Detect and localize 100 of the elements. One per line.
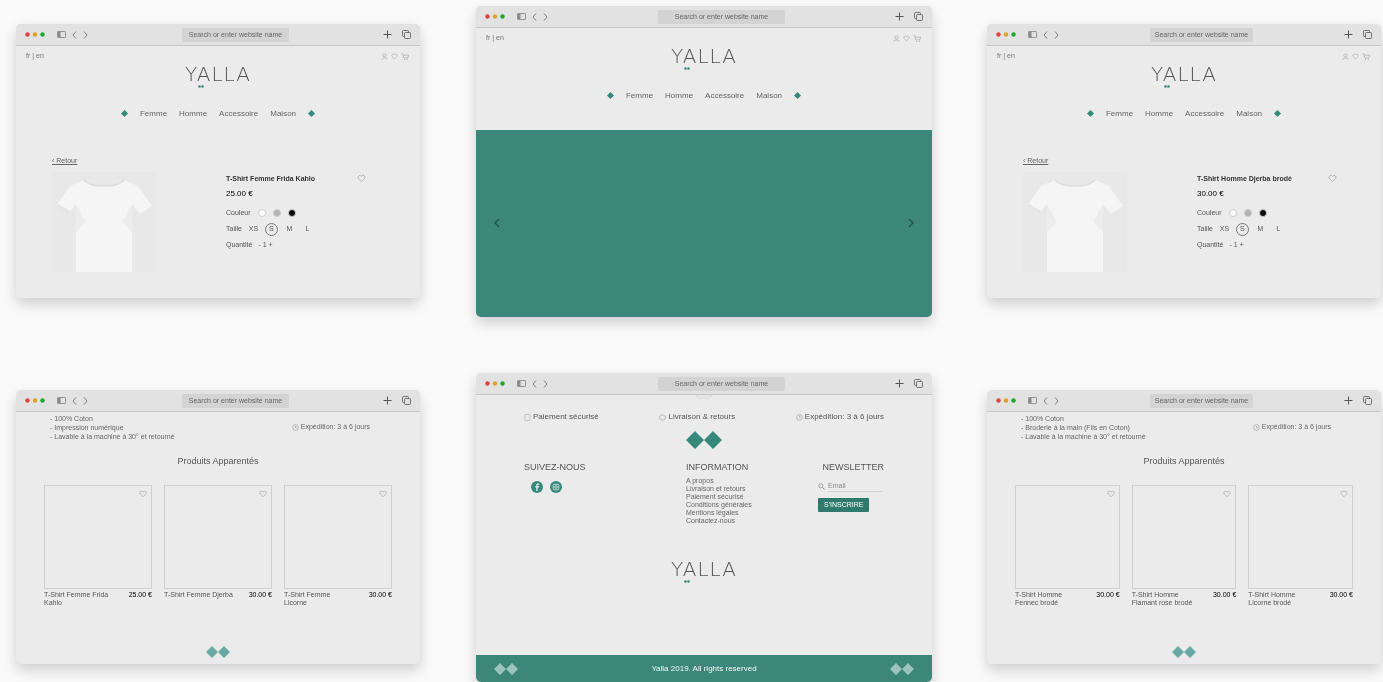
window-controls-icon[interactable]: [25, 398, 45, 403]
cart-icon[interactable]: [1362, 52, 1371, 60]
heart-icon: [1340, 489, 1348, 498]
heart-icon: [139, 489, 147, 498]
forward-icon[interactable]: [1054, 396, 1059, 405]
column-heading: SUIVEZ-NOUS: [524, 461, 586, 474]
color-swatch[interactable]: [1258, 209, 1267, 218]
color-swatch[interactable]: [287, 209, 296, 218]
user-icon[interactable]: [381, 52, 388, 60]
back-icon[interactable]: [532, 12, 537, 21]
nav-link[interactable]: Femme: [1105, 107, 1134, 120]
feature-label: Livraison & retours: [668, 411, 736, 423]
search-icon: [818, 482, 825, 490]
section-heading: Produits Apparentés: [1143, 455, 1225, 468]
column-heading: INFORMATION: [686, 461, 749, 474]
nav-link[interactable]: Maison: [1236, 107, 1263, 120]
plus-icon[interactable]: [383, 396, 392, 405]
color-swatch[interactable]: [257, 209, 266, 218]
back-icon[interactable]: [72, 396, 77, 405]
nav-link[interactable]: Maison: [756, 89, 783, 102]
sidebar-icon[interactable]: [1028, 31, 1037, 38]
nav-link[interactable]: Femme: [139, 107, 168, 120]
heart-icon: [1106, 489, 1115, 498]
forward-icon[interactable]: [1054, 30, 1059, 39]
window-controls-icon[interactable]: [996, 32, 1016, 37]
tabs-icon[interactable]: [1363, 30, 1372, 39]
sidebar-icon[interactable]: [57, 397, 66, 404]
plus-icon[interactable]: [1344, 30, 1353, 39]
nav-link[interactable]: Maison: [270, 107, 297, 120]
sidebar-icon[interactable]: [1028, 397, 1037, 404]
window-controls-icon[interactable]: [485, 14, 505, 19]
feature-label: Expédition: 3 à 6 jours: [804, 411, 884, 423]
color-swatch[interactable]: [272, 209, 281, 218]
cart-icon[interactable]: [913, 34, 922, 42]
diamond-icon: [606, 92, 614, 99]
tabs-icon[interactable]: [914, 12, 923, 21]
user-icon[interactable]: [1342, 52, 1349, 60]
color-swatch[interactable]: [1228, 209, 1237, 218]
logo-text: YALLA: [1151, 63, 1217, 84]
nav-link[interactable]: Accessoire: [219, 107, 259, 120]
cart-icon[interactable]: [401, 52, 410, 60]
user-icon[interactable]: [893, 34, 900, 42]
section-heading: Produits Apparentés: [177, 455, 259, 468]
nav-link[interactable]: Femme: [625, 89, 654, 102]
logo-dots-icon: [1164, 84, 1170, 88]
logo-text: YALLA: [185, 63, 251, 84]
nav-link[interactable]: Homme: [179, 107, 208, 120]
forward-icon[interactable]: [83, 30, 88, 39]
clock-icon: [1252, 423, 1260, 431]
diamond-icon: [1274, 110, 1282, 117]
nav-link[interactable]: Homme: [1145, 107, 1174, 120]
diamond-icon: [794, 92, 802, 99]
logo-dots-icon: [684, 66, 690, 70]
forward-icon[interactable]: [543, 379, 548, 388]
heart-icon: [259, 489, 267, 498]
diamond-icon: [120, 110, 128, 117]
sidebar-icon[interactable]: [57, 31, 66, 38]
facebook-icon[interactable]: [531, 480, 543, 493]
nav-link[interactable]: Accessoire: [1185, 107, 1225, 120]
instagram-icon[interactable]: [550, 480, 562, 493]
forward-icon[interactable]: [83, 396, 88, 405]
window-controls-icon[interactable]: [996, 398, 1016, 403]
nav-link[interactable]: Accessoire: [705, 89, 745, 102]
product-price: 30.00 €: [1197, 188, 1225, 200]
copyright-text: Yalla 2019. All rights reserved: [651, 662, 757, 675]
heart-icon: [1352, 52, 1359, 60]
double-diamond-icon: [206, 646, 230, 658]
forward-icon[interactable]: [543, 12, 548, 21]
logo-text: YALLA: [671, 45, 737, 66]
heart-icon: [357, 174, 366, 184]
plus-icon[interactable]: [895, 12, 904, 21]
heart-icon: [1328, 174, 1337, 184]
back-icon[interactable]: [532, 379, 537, 388]
back-icon[interactable]: [1043, 396, 1048, 405]
clock-icon: [291, 423, 299, 431]
tabs-icon[interactable]: [914, 379, 923, 388]
double-diamond-icon: [494, 662, 518, 675]
plus-icon[interactable]: [383, 30, 392, 39]
sidebar-icon[interactable]: [517, 13, 526, 20]
heart-icon: [379, 489, 387, 498]
back-icon[interactable]: [72, 30, 77, 39]
double-diamond-icon: [1172, 646, 1196, 658]
tabs-icon[interactable]: [402, 30, 411, 39]
plus-icon[interactable]: [895, 379, 904, 388]
diamond-icon: [1086, 110, 1094, 117]
clock-icon: [795, 413, 803, 421]
color-swatch[interactable]: [1243, 209, 1252, 218]
diamond-icon: [308, 110, 316, 117]
plus-icon[interactable]: [1344, 396, 1353, 405]
logo-dots-icon: [684, 579, 690, 583]
tabs-icon[interactable]: [1363, 396, 1372, 405]
sidebar-icon[interactable]: [517, 380, 526, 387]
logo-dots-icon: [198, 84, 204, 88]
nav-link[interactable]: Homme: [665, 89, 694, 102]
back-icon[interactable]: [1043, 30, 1048, 39]
double-diamond-icon: [890, 662, 914, 675]
window-controls-icon[interactable]: [25, 32, 45, 37]
window-controls-icon[interactable]: [485, 381, 505, 386]
tabs-icon[interactable]: [402, 396, 411, 405]
column-heading: NEWSLETTER: [822, 461, 884, 474]
